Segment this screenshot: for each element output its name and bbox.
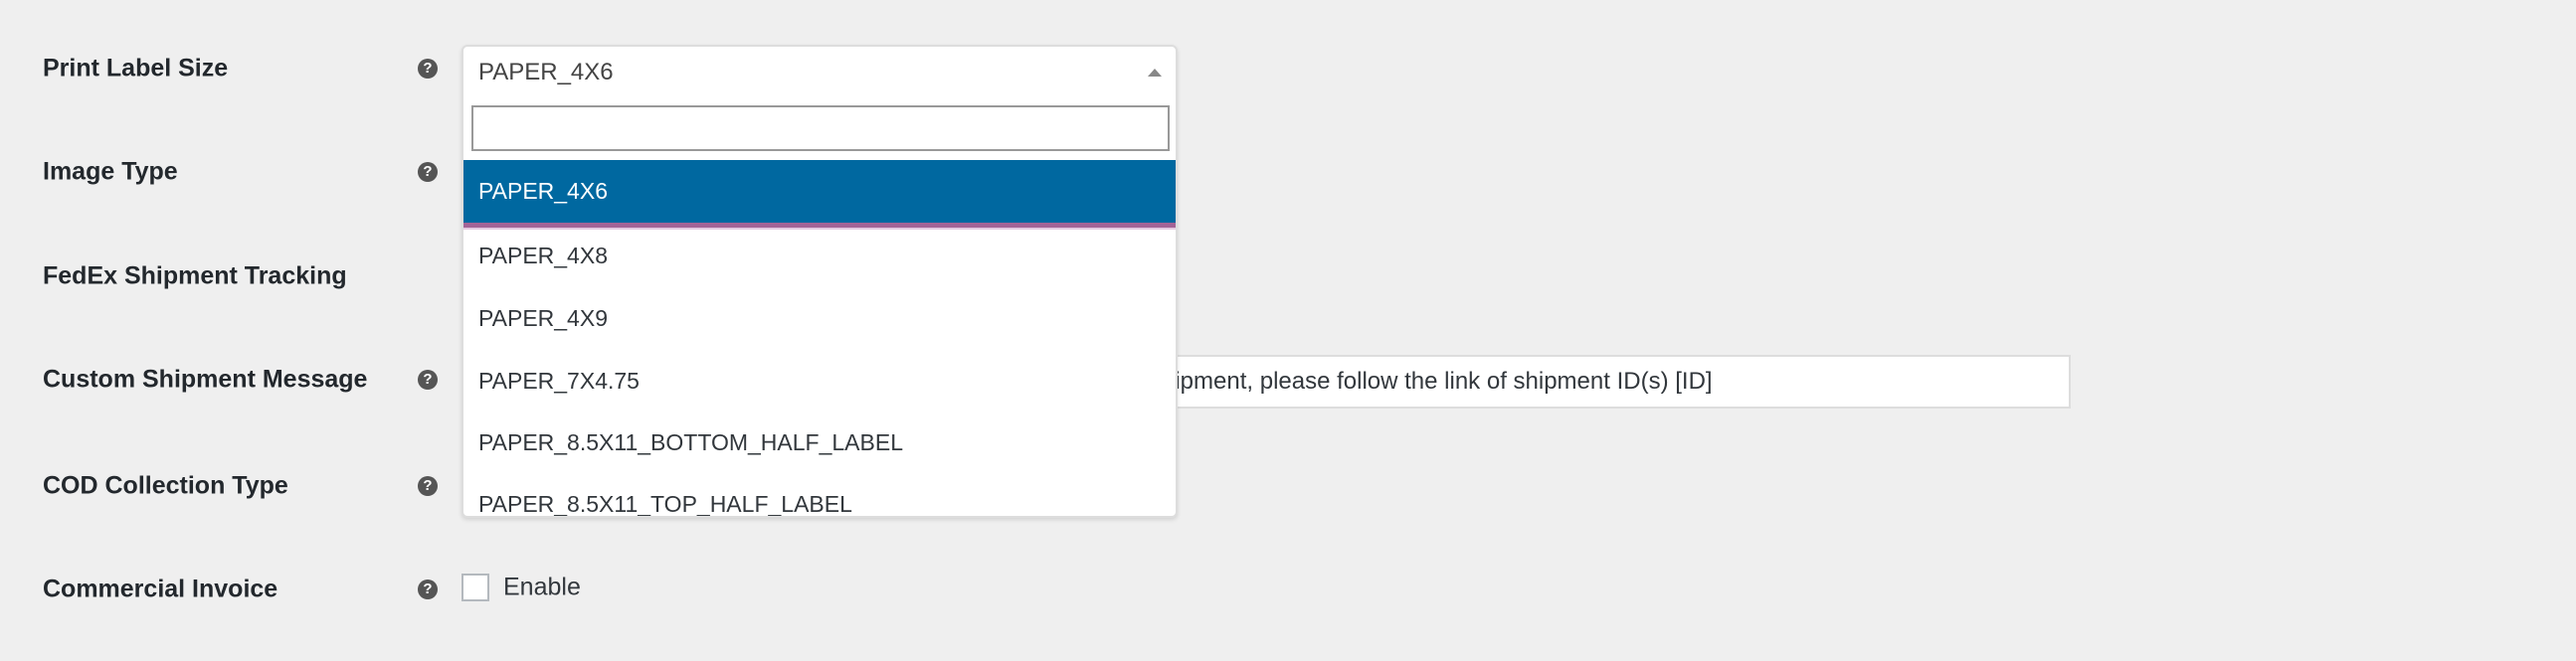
help-icon[interactable]: ? [418,579,438,599]
option-paper-8-5x11-top-half[interactable]: PAPER_8.5X11_TOP_HALF_LABEL [463,473,1176,516]
option-paper-4x9[interactable]: PAPER_4X9 [463,287,1176,350]
help-icon[interactable]: ? [418,476,438,496]
custom-shipment-message-value[interactable]: hipment, please follow the link of shipm… [1162,355,1713,409]
option-paper-8-5x11-bottom-half[interactable]: PAPER_8.5X11_BOTTOM_HALF_LABEL [463,412,1176,474]
option-paper-4x6[interactable]: PAPER_4X6 [463,160,1176,223]
select-current-value[interactable]: PAPER_4X6 [478,47,614,96]
chevron-up-icon[interactable] [1148,69,1162,77]
label-commercial-invoice: Commercial Invoice [43,575,278,603]
select-search-input[interactable] [471,105,1170,151]
commercial-invoice-enable-label[interactable]: Enable [503,574,581,602]
help-icon[interactable]: ? [418,370,438,390]
label-fedex-shipment-tracking: FedEx Shipment Tracking [43,261,347,290]
option-paper-7x4-75[interactable]: PAPER_7X4.75 [463,350,1176,413]
label-custom-shipment-message: Custom Shipment Message [43,365,368,394]
label-print-label-size: Print Label Size [43,54,229,83]
label-cod-collection-type: COD Collection Type [43,471,288,500]
print-label-size-select[interactable]: PAPER_4X6 PAPER_4X6 PAPER_4X8 PAPER_4X9 … [461,45,1178,518]
help-icon[interactable]: ? [418,59,438,79]
commercial-invoice-checkbox[interactable] [461,574,489,601]
help-icon[interactable]: ? [418,162,438,182]
option-paper-4x8[interactable]: PAPER_4X8 [463,225,1176,287]
label-image-type: Image Type [43,157,178,186]
